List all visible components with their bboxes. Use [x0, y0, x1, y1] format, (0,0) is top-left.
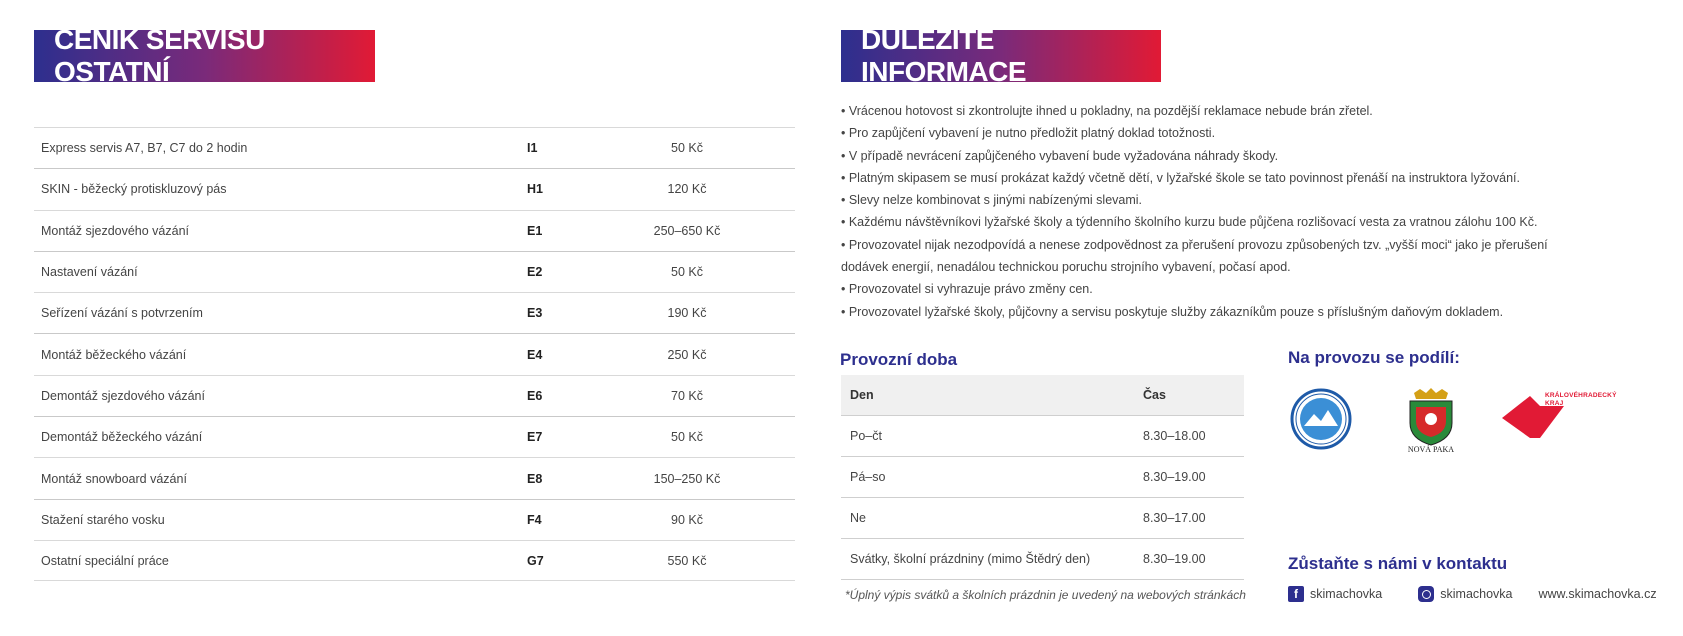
service-code: E1	[527, 223, 543, 238]
service-price: 250–650 Kč	[653, 223, 721, 238]
website-url: www.skimachovka.cz	[1538, 587, 1657, 601]
table-row: Montáž snowboard vázání E8 150–250 Kč	[34, 457, 795, 498]
price-list-title-text: CENÍK SERVISU OSTATNÍ	[54, 24, 265, 87]
table-row: SKIN - běžecký protiskluzový pás H1 120 Kč	[34, 168, 795, 209]
partners-title: Na provozu se podílí:	[1288, 348, 1460, 367]
header-day: Den	[850, 388, 874, 402]
table-row: Demontáž sjezdového vázání E6 70 Kč	[34, 374, 795, 416]
service-name: Ostatní speciální práce	[41, 553, 169, 568]
service-code: E4	[527, 347, 543, 362]
service-name: Montáž sjezdového vázání	[41, 223, 190, 238]
service-code: E8	[527, 471, 543, 486]
instagram-handle: skimachovka	[1440, 587, 1513, 601]
opening-hours-header: Den Čas	[841, 375, 1244, 416]
price-list-title: CENÍK SERVISU OSTATNÍ	[34, 24, 375, 87]
service-price: 50 Kč	[671, 430, 703, 445]
table-row: Ne 8.30–17.00	[841, 498, 1244, 539]
table-row: Po–čt 8.30–18.00	[841, 416, 1244, 457]
day-cell: Po–čt	[850, 429, 882, 443]
info-item: dodávek energií, nenadálou technickou po…	[841, 260, 1291, 275]
opening-hours-title: Provozní doba	[840, 350, 958, 369]
service-code: F4	[527, 512, 542, 527]
time-cell: 8.30–19.00	[1143, 552, 1206, 566]
service-name: Montáž snowboard vázání	[41, 471, 187, 486]
facebook-link[interactable]: f skimachovka	[1288, 586, 1382, 602]
header-time: Čas	[1143, 388, 1166, 402]
region-logo-text: KRÁLOVÉHRADECKÝ KRAJ	[1545, 392, 1617, 407]
price-table: Express servis A7, B7, C7 do 2 hodin I1 50…	[34, 127, 795, 582]
day-cell: Ne	[850, 511, 866, 525]
table-row: Stažení starého vosku F4 90 Kč	[34, 498, 795, 540]
info-item: • Provozovatel nijak nezodpovídá a nenes…	[841, 237, 1548, 252]
table-row: Ostatní speciální práce G7 550 Kč	[34, 539, 795, 582]
info-item: • Každému návštěvníkovi lyžařské školy a…	[841, 215, 1538, 230]
service-code: G7	[527, 553, 544, 568]
service-code: E7	[527, 430, 543, 445]
day-cell: Pá–so	[850, 470, 886, 484]
contact-title: Zůstaňte s námi v kontaktu	[1288, 554, 1508, 573]
info-item: • Platným skipasem se musí prokázat každ…	[841, 170, 1520, 185]
service-price: 190 Kč	[667, 306, 707, 321]
hours-footnote: *Úplný výpis svátků a školních prázdnin …	[845, 588, 1246, 602]
service-price: 70 Kč	[671, 388, 703, 403]
service-name: SKIN - běžecký protiskluzový pás	[41, 182, 227, 197]
info-item: • Vrácenou hotovost si zkontrolujte ihne…	[841, 104, 1373, 118]
service-price: 90 Kč	[671, 512, 703, 527]
info-item: • Pro zapůjčení vybavení je nutno předlo…	[841, 126, 1216, 141]
nova-paka-coat-of-arms: NOVÁ PAKA	[1408, 388, 1454, 453]
service-name: Stažení starého vosku	[41, 512, 165, 527]
website-link[interactable]: www.skimachovka.cz	[1539, 587, 1657, 601]
info-item: • V případě nevrácení zapůjčeného vybave…	[841, 148, 1279, 163]
service-price: 50 Kč	[671, 265, 703, 280]
info-item: • Provozovatel lyžařské školy, půjčovny …	[841, 304, 1504, 319]
time-cell: 8.30–18.00	[1143, 429, 1206, 443]
service-price: 250 Kč	[667, 347, 707, 362]
service-code: H1	[527, 182, 543, 197]
service-name: Express servis A7, B7, C7 do 2 hodin	[41, 141, 248, 156]
info-list: • Vrácenou hotovost si zkontrolujte ihne…	[841, 100, 1561, 323]
day-cell: Svátky, školní prázdniny (mimo Štědrý de…	[850, 552, 1091, 566]
time-cell: 8.30–17.00	[1143, 511, 1206, 525]
service-name: Seřízení vázání s potvrzením	[41, 306, 203, 321]
info-item: • Slevy nelze kombinovat s jinými nabíze…	[841, 193, 1143, 208]
table-row: Nastavení vázání E2 50 Kč	[34, 250, 795, 292]
ski-club-nova-paka-logo	[1290, 388, 1352, 450]
service-price: 550 Kč	[667, 553, 707, 568]
service-name: Demontáž sjezdového vázání	[41, 388, 205, 403]
service-code: E3	[527, 306, 543, 321]
svg-text:NOVÁ PAKA: NOVÁ PAKA	[1408, 444, 1454, 453]
info-title: DŮLEŽITÉ INFORMACE	[841, 24, 1161, 87]
service-name: Nastavení vázání	[41, 265, 138, 280]
facebook-icon: f	[1288, 586, 1304, 602]
instagram-link[interactable]: skimachovka	[1418, 586, 1513, 602]
info-title-text: DŮLEŽITÉ INFORMACE	[861, 24, 1027, 87]
info-item: • Provozovatel si vyhrazuje právo změny …	[841, 282, 1093, 297]
service-name: Montáž běžeckého vázání	[41, 347, 187, 362]
table-row: Seřízení vázání s potvrzením E3 190 Kč	[34, 292, 795, 333]
service-price: 50 Kč	[671, 141, 703, 156]
service-price: 120 Kč	[667, 182, 707, 197]
service-price: 150–250 Kč	[653, 471, 721, 486]
service-name: Demontáž běžeckého vázání	[41, 430, 203, 445]
service-code: E2	[527, 265, 543, 280]
time-cell: 8.30–19.00	[1143, 470, 1206, 484]
table-row: Montáž běžeckého vázání E4 250 Kč	[34, 333, 795, 374]
service-code: I1	[527, 141, 538, 156]
table-row: Pá–so 8.30–19.00	[841, 457, 1244, 498]
table-row: Montáž sjezdového vázání E1 250–650 Kč	[34, 209, 795, 251]
table-row: Demontáž běžeckého vázání E7 50 Kč	[34, 416, 795, 457]
table-row: Express servis A7, B7, C7 do 2 hodin I1 50…	[34, 127, 795, 168]
table-row: Svátky, školní prázdniny (mimo Štědrý de…	[841, 539, 1244, 580]
opening-hours-table: Den Čas Po–čt 8.30–18.00 Pá–so 8.30–19.00 Ne…	[841, 375, 1244, 580]
instagram-icon	[1418, 586, 1435, 602]
service-code: E6	[527, 388, 543, 403]
contact-links: f skimachovka skimachovka www.skimachovk…	[1288, 586, 1657, 602]
facebook-handle: skimachovka	[1310, 587, 1383, 601]
